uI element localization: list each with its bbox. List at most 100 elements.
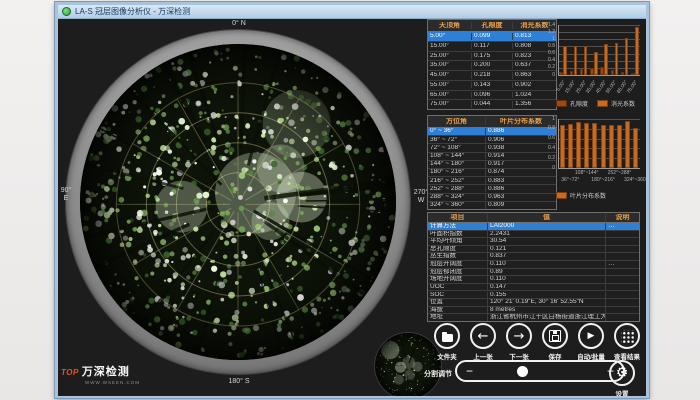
slider-label: 分割调节 <box>424 369 452 379</box>
y-axis-tick: 0.4 <box>538 146 555 151</box>
cell: 0.044 <box>472 101 513 108</box>
y-axis-tick: 1 <box>538 37 555 42</box>
folder-button-block: 文件夹 <box>427 323 467 361</box>
cell: 场地开阔度 <box>428 276 488 283</box>
table-row[interactable]: UOC0.147 <box>428 284 639 292</box>
bar <box>580 69 583 75</box>
legend-item: 孔隙度 <box>556 99 588 108</box>
cell: 计算方法 <box>428 223 488 230</box>
table-row[interactable]: 216° ~ 252°0.883 <box>428 177 556 185</box>
table-row[interactable]: 72° ~ 108°0.938 <box>428 144 556 152</box>
y-axis-tick: 1.4 <box>538 23 555 28</box>
table-row[interactable]: 计算方法LAI2000… <box>428 223 639 231</box>
cell: 叶面积指数 <box>428 231 488 238</box>
x-axis-tick: 180°~216° <box>591 178 615 183</box>
bar <box>621 72 624 75</box>
table-row[interactable]: 144° ~ 180°0.917 <box>428 161 556 169</box>
cell: 0.110 <box>488 261 606 268</box>
bar <box>559 72 562 76</box>
table-row[interactable]: 地址浙江省杭州市江干区白杨街道浙江理工大学行政东路 <box>428 314 639 321</box>
bar <box>611 70 614 75</box>
arrow-right-icon: → <box>514 330 525 343</box>
cell: 0.099 <box>472 33 513 40</box>
y-axis-tick: 1 <box>538 117 555 122</box>
cell: 288° ~ 324° <box>428 194 486 201</box>
bar <box>609 125 614 168</box>
table-row[interactable]: 冠层开阔度0.110… <box>428 261 639 269</box>
auto-batch-button[interactable]: ▶ <box>578 323 604 349</box>
bar <box>625 38 628 75</box>
threshold-slider[interactable]: − + <box>455 360 625 382</box>
settings-button[interactable]: ⚙ <box>609 360 635 386</box>
x-axis <box>558 168 640 169</box>
app-window: LA-S 冠层图像分析仪 - 万深检测 0° N 180° S 90° E 27… <box>55 2 649 398</box>
x-axis-tick: 252°~288° <box>608 171 632 176</box>
table-row[interactable]: 180° ~ 216°0.874 <box>428 169 556 177</box>
prev-button[interactable]: ← <box>470 323 496 349</box>
cell: 地址 <box>428 314 488 321</box>
table-row[interactable]: 288° ~ 324°0.963 <box>428 194 556 202</box>
view-results-button[interactable] <box>614 323 640 349</box>
cell: 位置 <box>428 299 488 306</box>
grid-dots-icon <box>621 330 634 343</box>
table-row[interactable]: 位置120° 21' 0.19"E, 30° 16' 52.55"N <box>428 299 639 307</box>
logo-brand: 万深检测 <box>82 363 130 379</box>
cell: 平均叶倾角 <box>428 238 488 245</box>
bar <box>615 43 618 75</box>
brand-logo: TOP 万深检测 WWW.WSEEN.COM <box>61 363 171 385</box>
table-row[interactable]: 75.00°0.0441.356 <box>428 100 556 109</box>
table-row[interactable]: 25.00°0.1750.823 <box>428 52 556 62</box>
table-row[interactable]: 15.00°0.1170.808 <box>428 42 556 52</box>
bar <box>592 123 597 168</box>
cell: 0.175 <box>472 53 513 60</box>
compass-east-label: 90° E <box>58 187 74 203</box>
table-row[interactable]: 平均叶倾角30.54 <box>428 238 639 246</box>
y-axis-tick: 0.4 <box>538 58 555 63</box>
gridline <box>558 32 640 33</box>
client-area: 0° N 180° S 90° E 270° W 天顶角孔隙度消光系数5.00°… <box>58 19 646 396</box>
table-row[interactable]: 35.00°0.2000.637 <box>428 61 556 71</box>
table-row[interactable]: 55.00°0.1430.902 <box>428 81 556 91</box>
table-row[interactable]: 5.00°0.0990.813 <box>428 32 556 42</box>
slider-minus-button[interactable]: − <box>466 364 473 378</box>
titlebar[interactable]: LA-S 冠层图像分析仪 - 万深检测 <box>58 5 646 19</box>
folder-button[interactable] <box>434 323 460 349</box>
table-row[interactable]: 场地开阔度0.110 <box>428 276 639 284</box>
logo-mark: TOP <box>61 368 79 377</box>
header-cell: 方位角 <box>428 118 486 125</box>
cell: 65.00° <box>428 92 472 99</box>
table-row[interactable]: 36° ~ 72°0.906 <box>428 136 556 144</box>
table-row[interactable]: 324° ~ 360°0.809 <box>428 202 556 209</box>
x-axis-tick: 108°~144° <box>575 171 599 176</box>
cell: 252° ~ 288° <box>428 186 486 193</box>
table-row[interactable]: 65.00°0.0961.024 <box>428 91 556 101</box>
table-row[interactable]: 45.00°0.2180.863 <box>428 71 556 81</box>
toolbar-button-label: 文件夹 <box>427 351 467 361</box>
cell: 144° ~ 180° <box>428 161 486 168</box>
canopy-image[interactable] <box>80 44 396 360</box>
bar <box>633 128 638 168</box>
table-row[interactable]: 丛生指数0.837 <box>428 253 639 261</box>
table-row[interactable]: 108° ~ 144°0.914 <box>428 153 556 161</box>
slider-knob[interactable] <box>517 366 528 377</box>
table-row[interactable]: 总孔隙度0.121 <box>428 246 639 254</box>
bar <box>604 44 607 75</box>
table-row[interactable]: SOC0.155 <box>428 291 639 299</box>
folder-icon <box>442 334 453 342</box>
save-button[interactable] <box>542 323 568 349</box>
table-row[interactable]: 冠层郁闭度0.89 <box>428 269 639 277</box>
arrow-left-icon: ← <box>478 330 489 343</box>
bar <box>635 27 638 75</box>
cell: 0.218 <box>472 72 513 79</box>
compass-north-label: 0° N <box>224 20 254 28</box>
table-row[interactable]: 0° ~ 36°0.886 <box>428 128 556 136</box>
window-title: LA-S 冠层图像分析仪 - 万深检测 <box>75 6 190 17</box>
table-row[interactable]: 252° ~ 288°0.886 <box>428 185 556 193</box>
next-button[interactable]: → <box>506 323 532 349</box>
bar <box>584 123 589 168</box>
table-row[interactable]: 叶面积指数2.2431 <box>428 231 639 239</box>
table-row[interactable]: 海拔8 metres <box>428 307 639 315</box>
cell: … <box>606 223 639 230</box>
next-button-block: →下一张 <box>499 323 539 361</box>
y-axis-tick: 0.2 <box>538 156 555 161</box>
